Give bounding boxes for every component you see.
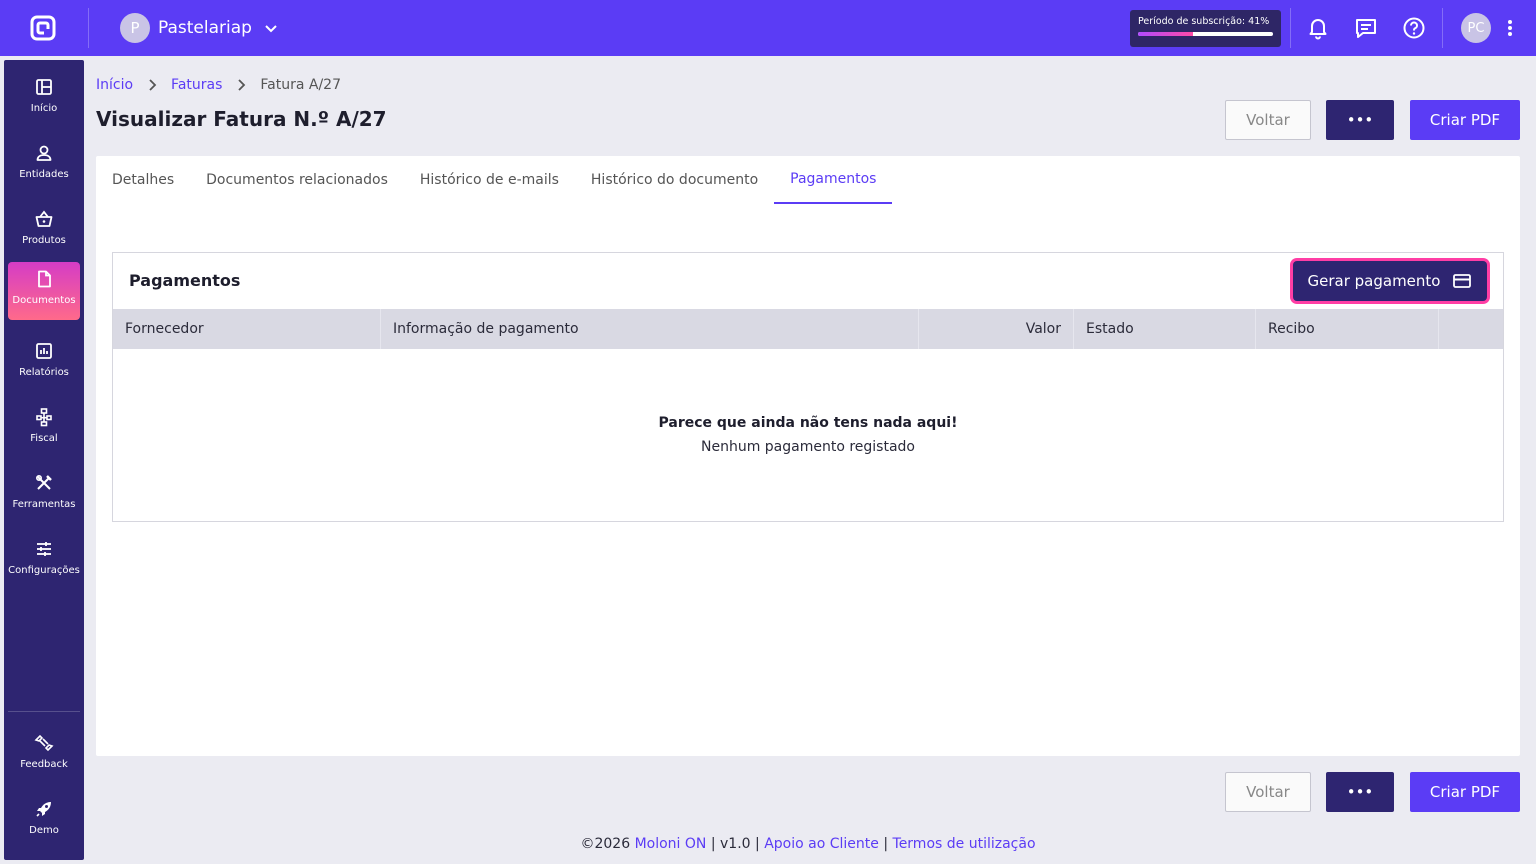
tabs: Detalhes Documentos relacionados Históri… (96, 156, 893, 204)
column-header-informacao-pagamento[interactable]: Informação de pagamento (381, 309, 919, 349)
sidebar-item-relatorios[interactable]: Relatórios (8, 334, 80, 392)
sidebar-item-label: Documentos (12, 295, 76, 306)
column-header-actions (1439, 309, 1503, 349)
topbar-divider (88, 8, 89, 48)
footer-separator: | (883, 836, 889, 852)
empty-state-title: Parece que ainda não tens nada aqui! (658, 415, 958, 431)
feedback-icon (34, 734, 54, 752)
document-icon (38, 270, 51, 288)
company-avatar: P (120, 13, 150, 43)
breadcrumb-link-inicio[interactable]: Início (96, 77, 133, 93)
tab-documentos-relacionados[interactable]: Documentos relacionados (190, 156, 404, 204)
more-options-button-bottom[interactable]: ••• (1326, 772, 1394, 812)
help-icon[interactable] (1402, 16, 1426, 40)
credit-card-icon (1453, 274, 1472, 288)
create-pdf-button[interactable]: Criar PDF (1410, 100, 1520, 140)
footer-terms-link[interactable]: Termos de utilização (893, 836, 1036, 852)
main-card: Detalhes Documentos relacionados Históri… (96, 156, 1520, 756)
column-header-valor[interactable]: Valor (919, 309, 1074, 349)
column-header-fornecedor[interactable]: Fornecedor (113, 309, 381, 349)
tab-historico-documento[interactable]: Histórico do documento (575, 156, 774, 204)
payments-panel: Pagamentos Gerar pagamento Fornecedor In… (112, 252, 1504, 522)
subscription-period[interactable]: Período de subscrição: 41% (1130, 10, 1281, 47)
column-header-recibo[interactable]: Recibo (1256, 309, 1439, 349)
sidebar-item-ferramentas[interactable]: Ferramentas (8, 466, 80, 524)
sidebar-item-label: Demo (29, 825, 59, 836)
basket-icon (35, 210, 53, 227)
sidebar-item-label: Fiscal (30, 433, 58, 444)
user-icon (36, 145, 52, 161)
sidebar-item-label: Configurações (8, 565, 80, 576)
subscription-progress-fill (1138, 32, 1194, 36)
subscription-progress-track (1138, 32, 1273, 36)
chevron-down-icon (265, 25, 277, 33)
chevron-right-icon (149, 79, 157, 91)
rocket-icon (36, 802, 51, 817)
page-title: Visualizar Fatura N.º A/27 (96, 107, 387, 131)
chart-icon (36, 343, 52, 359)
back-button-bottom[interactable]: Voltar (1225, 772, 1311, 812)
top-bar: P Pastelariap Período de subscrição: 41%… (0, 0, 1536, 56)
hierarchy-icon (36, 408, 52, 427)
logo-icon[interactable] (30, 15, 56, 41)
bell-icon[interactable] (1306, 16, 1330, 40)
table-header: Fornecedor Informação de pagamento Valor… (113, 309, 1503, 349)
sidebar-item-label: Entidades (19, 169, 69, 180)
sliders-icon (37, 542, 51, 556)
breadcrumb: Início Faturas Fatura A/27 (96, 75, 341, 95)
company-selector[interactable]: P Pastelariap (120, 13, 278, 43)
user-avatar[interactable]: PC (1461, 13, 1491, 43)
kebab-icon[interactable] (1504, 16, 1516, 40)
sidebar-item-label: Feedback (20, 759, 68, 770)
footer-support-link[interactable]: Apoio ao Cliente (764, 836, 879, 852)
footer-brand-link[interactable]: Moloni ON (635, 836, 707, 852)
tools-icon (35, 474, 52, 490)
sidebar-item-documentos[interactable]: Documentos (8, 262, 80, 320)
topbar-divider (1442, 8, 1443, 48)
footer: ©2026 Moloni ON | v1.0 | Apoio ao Client… (0, 836, 1536, 852)
sidebar-item-label: Relatórios (19, 367, 69, 378)
footer-version: v1.0 (720, 836, 751, 852)
sidebar-item-label: Início (30, 103, 58, 114)
more-options-button[interactable]: ••• (1326, 100, 1394, 140)
create-pdf-button-bottom[interactable]: Criar PDF (1410, 772, 1520, 812)
company-name: Pastelariap (158, 18, 252, 38)
sidebar-item-entidades[interactable]: Entidades (8, 136, 80, 194)
chat-icon[interactable] (1354, 16, 1378, 40)
tab-detalhes[interactable]: Detalhes (96, 156, 190, 204)
breadcrumb-current: Fatura A/27 (260, 77, 341, 93)
sidebar-item-configuracoes[interactable]: Configurações (8, 532, 80, 590)
chevron-right-icon (238, 79, 246, 91)
topbar-divider (1290, 8, 1291, 48)
dashboard-icon (36, 79, 52, 95)
generate-payment-label: Gerar pagamento (1307, 272, 1441, 290)
sidebar-item-label: Produtos (22, 235, 66, 246)
tab-pagamentos[interactable]: Pagamentos (774, 156, 893, 204)
payments-title: Pagamentos (129, 271, 241, 290)
generate-payment-button[interactable]: Gerar pagamento (1293, 261, 1487, 301)
subscription-label: Período de subscrição: 41% (1138, 16, 1270, 27)
sidebar-divider (8, 711, 80, 712)
sidebar-item-fiscal[interactable]: Fiscal (8, 400, 80, 458)
tab-historico-emails[interactable]: Histórico de e-mails (404, 156, 575, 204)
breadcrumb-link-faturas[interactable]: Faturas (171, 77, 222, 93)
sidebar-item-inicio[interactable]: Início (8, 70, 80, 128)
footer-copyright: ©2026 (580, 836, 631, 852)
footer-separator: | (710, 836, 716, 852)
column-header-estado[interactable]: Estado (1074, 309, 1256, 349)
empty-state-subtitle: Nenhum pagamento registado (700, 439, 915, 455)
sidebar-item-label: Ferramentas (12, 499, 76, 510)
footer-separator: | (755, 836, 760, 852)
sidebar: Início Entidades Produtos Documentos Rel… (4, 60, 84, 860)
back-button[interactable]: Voltar (1225, 100, 1311, 140)
sidebar-item-feedback[interactable]: Feedback (8, 726, 80, 784)
sidebar-item-produtos[interactable]: Produtos (8, 202, 80, 260)
